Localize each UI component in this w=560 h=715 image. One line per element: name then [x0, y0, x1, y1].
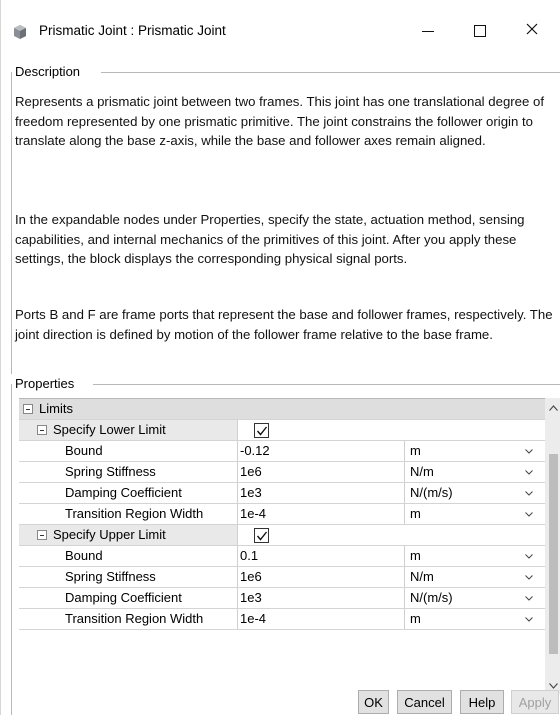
- table-row: Bound 0.1 m: [19, 546, 545, 567]
- table-row: Transition Region Width 1e-4 m: [19, 609, 545, 630]
- description-paragraph-2: In the expandable nodes under Properties…: [15, 212, 525, 267]
- properties-legend: Properties: [15, 376, 77, 391]
- limits-group-row[interactable]: Limits: [19, 399, 545, 420]
- unit-select[interactable]: N/m: [404, 462, 545, 482]
- collapse-icon[interactable]: [37, 425, 47, 435]
- description-paragraph-1: Represents a prismatic joint between two…: [15, 94, 545, 149]
- scrollbar-thumb[interactable]: [549, 454, 558, 654]
- block-app-icon: [13, 24, 27, 40]
- chevron-down-icon: [525, 554, 533, 559]
- param-value-input[interactable]: 1e-4: [237, 504, 404, 524]
- description-group-border: [11, 72, 12, 374]
- chevron-down-icon: [525, 449, 533, 454]
- param-name: Bound: [65, 443, 103, 458]
- param-name: Spring Stiffness: [65, 569, 156, 584]
- dialog-window: Prismatic Joint : Prismatic Joint Descri…: [0, 0, 560, 715]
- unit-label: N/m: [410, 464, 434, 479]
- window-title: Prismatic Joint : Prismatic Joint: [39, 23, 226, 38]
- chevron-down-icon: [525, 596, 533, 601]
- cancel-button[interactable]: Cancel: [397, 690, 452, 714]
- chevron-down-icon: [525, 512, 533, 517]
- collapse-icon[interactable]: [37, 530, 47, 540]
- unit-label: m: [410, 548, 421, 563]
- param-value-input[interactable]: 1e6: [237, 462, 404, 482]
- scroll-up-icon[interactable]: [545, 400, 560, 416]
- upper-limit-checkbox[interactable]: [254, 528, 269, 543]
- upper-limit-row[interactable]: Specify Upper Limit: [19, 525, 545, 546]
- checkmark-icon: [256, 531, 268, 541]
- description-group-line: [101, 72, 560, 73]
- param-name: Transition Region Width: [65, 611, 204, 626]
- unit-select[interactable]: m: [404, 609, 545, 629]
- table-row: Damping Coefficient 1e3 N/(m/s): [19, 588, 545, 609]
- chevron-down-icon: [525, 470, 533, 475]
- properties-table: Limits Specify Lower Limit Bound -0.12 m…: [19, 398, 545, 694]
- param-value-input[interactable]: 0.1: [237, 546, 404, 566]
- unit-select[interactable]: m: [404, 546, 545, 566]
- table-row: Transition Region Width 1e-4 m: [19, 504, 545, 525]
- maximize-icon: [474, 25, 486, 37]
- upper-limit-name-cell: Specify Upper Limit: [19, 525, 237, 545]
- collapse-icon[interactable]: [23, 404, 33, 414]
- close-icon: [526, 22, 538, 40]
- unit-select[interactable]: N/m: [404, 567, 545, 587]
- unit-select[interactable]: m: [404, 504, 545, 524]
- properties-group-border: [11, 384, 12, 715]
- maximize-button[interactable]: [457, 16, 503, 46]
- param-name: Bound: [65, 548, 103, 563]
- chevron-down-icon: [525, 491, 533, 496]
- table-row: Damping Coefficient 1e3 N/(m/s): [19, 483, 545, 504]
- upper-limit-check-cell: [237, 525, 545, 545]
- lower-limit-name-cell: Specify Lower Limit: [19, 420, 237, 440]
- close-button[interactable]: [509, 16, 555, 46]
- minimize-icon: [422, 30, 434, 32]
- ok-button[interactable]: OK: [358, 690, 389, 714]
- upper-limit-label: Specify Upper Limit: [53, 527, 166, 542]
- chevron-down-icon: [525, 617, 533, 622]
- lower-limit-check-cell: [237, 420, 545, 440]
- description-legend: Description: [15, 64, 83, 79]
- description-paragraph-3: Ports B and F are frame ports that repre…: [15, 307, 553, 342]
- unit-label: N/(m/s): [410, 590, 453, 605]
- unit-label: m: [410, 611, 421, 626]
- param-name: Spring Stiffness: [65, 464, 156, 479]
- limits-group-label: Limits: [39, 401, 73, 416]
- param-name: Damping Coefficient: [65, 590, 182, 605]
- lower-limit-label: Specify Lower Limit: [53, 422, 166, 437]
- properties-group-line: [93, 384, 560, 385]
- chevron-down-icon: [525, 575, 533, 580]
- lower-limit-row[interactable]: Specify Lower Limit: [19, 420, 545, 441]
- checkmark-icon: [256, 426, 268, 436]
- apply-button[interactable]: Apply: [511, 690, 559, 714]
- unit-select[interactable]: N/(m/s): [404, 588, 545, 608]
- title-bar[interactable]: Prismatic Joint : Prismatic Joint: [1, 0, 560, 58]
- param-value-input[interactable]: 1e6: [237, 567, 404, 587]
- param-name: Damping Coefficient: [65, 485, 182, 500]
- unit-select[interactable]: N/(m/s): [404, 483, 545, 503]
- unit-label: N/m: [410, 569, 434, 584]
- param-value-input[interactable]: -0.12: [237, 441, 404, 461]
- unit-label: m: [410, 443, 421, 458]
- minimize-button[interactable]: [405, 16, 451, 46]
- unit-label: N/(m/s): [410, 485, 453, 500]
- table-row: Spring Stiffness 1e6 N/m: [19, 567, 545, 588]
- param-value-input[interactable]: 1e3: [237, 483, 404, 503]
- unit-select[interactable]: m: [404, 441, 545, 461]
- table-row: Bound -0.12 m: [19, 441, 545, 462]
- vertical-scrollbar[interactable]: [545, 398, 560, 694]
- lower-limit-checkbox[interactable]: [254, 423, 269, 438]
- help-button[interactable]: Help: [460, 690, 504, 714]
- param-value-input[interactable]: 1e3: [237, 588, 404, 608]
- unit-label: m: [410, 506, 421, 521]
- param-value-input[interactable]: 1e-4: [237, 609, 404, 629]
- limits-group-cell: Limits: [23, 399, 543, 419]
- table-row: Spring Stiffness 1e6 N/m: [19, 462, 545, 483]
- param-name: Transition Region Width: [65, 506, 204, 521]
